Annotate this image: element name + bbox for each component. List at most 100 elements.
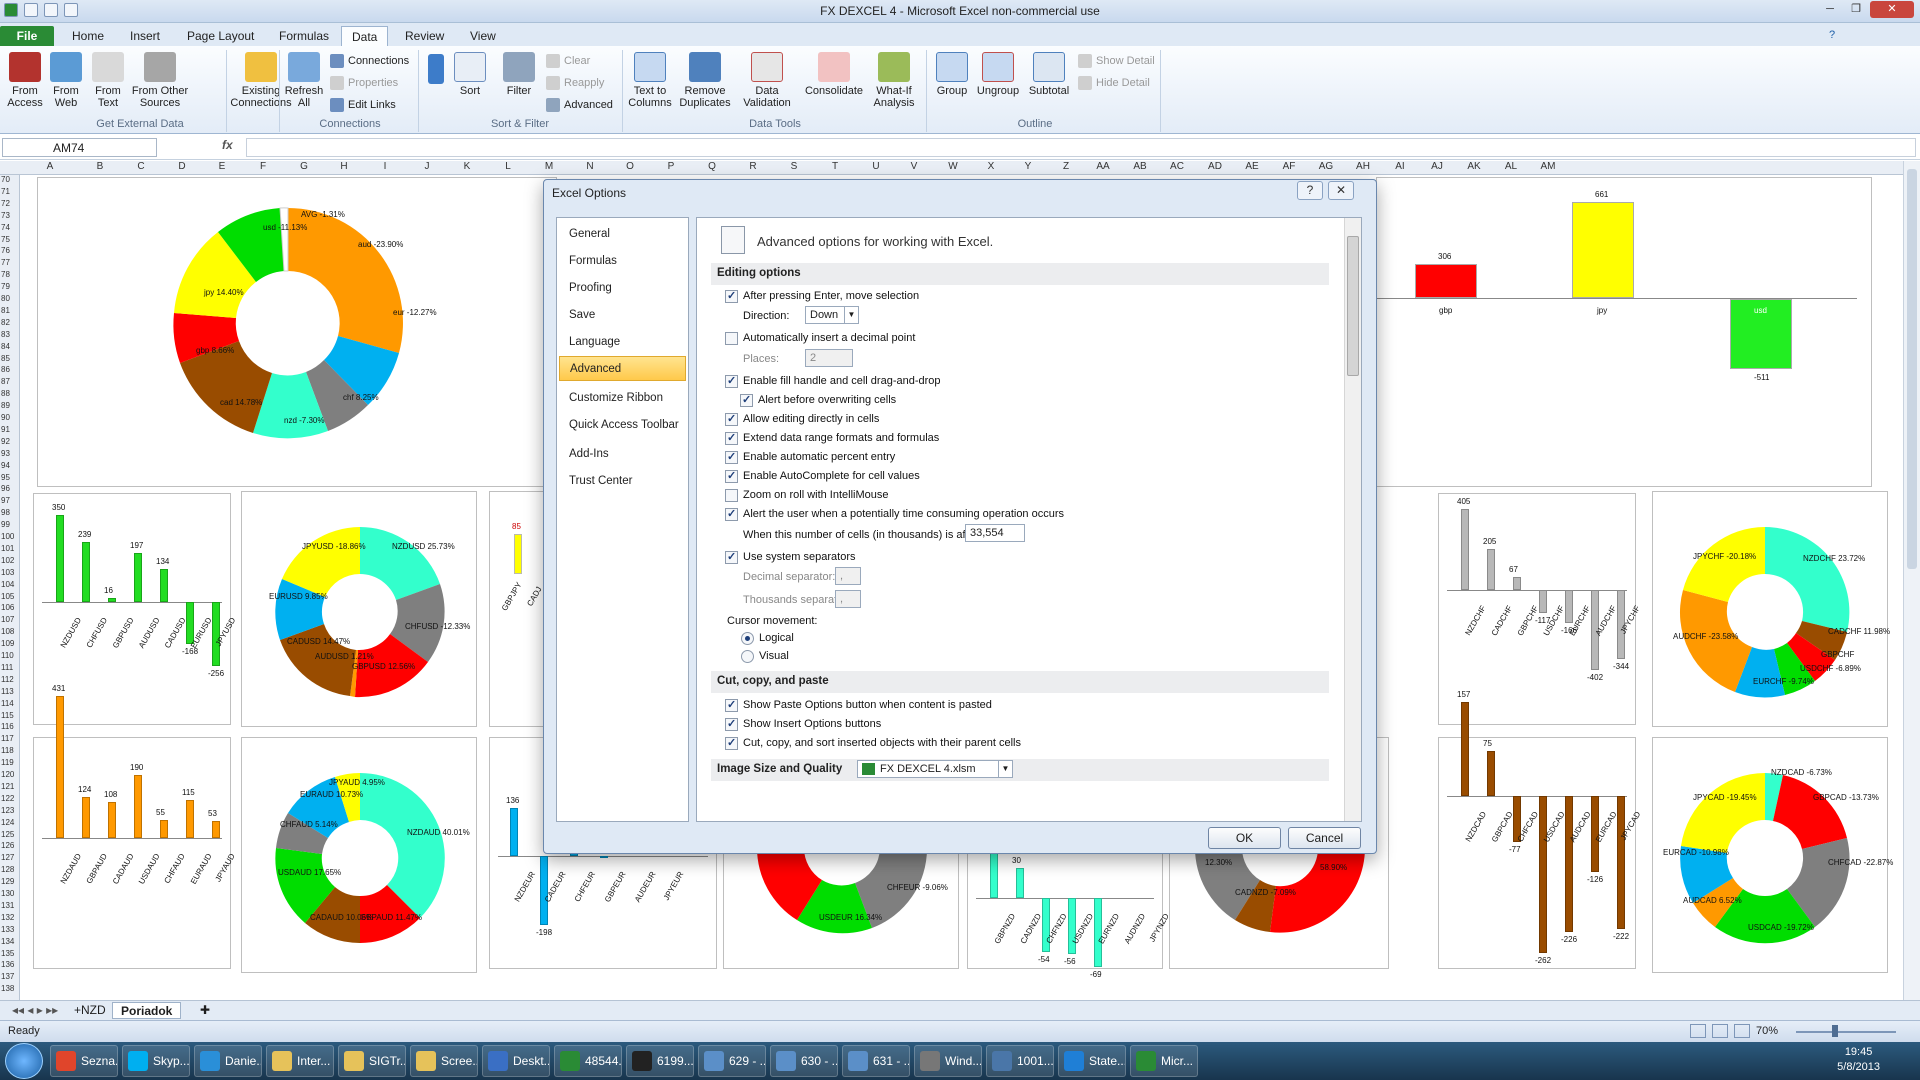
fx-icon[interactable]: fx [222, 138, 233, 152]
page-layout-view-icon[interactable] [1712, 1024, 1728, 1038]
row-header[interactable]: 85 [1, 354, 10, 363]
row-header[interactable]: 72 [1, 199, 10, 208]
remove-duplicates-button[interactable]: Remove Duplicates [676, 52, 734, 109]
connections-button[interactable]: Connections [330, 52, 409, 70]
chart-cad-pie[interactable]: JPYCAD -19.45% NZDCAD -6.73% GBPCAD -13.… [1652, 737, 1893, 973]
row-header[interactable]: 115 [1, 711, 14, 720]
row-header[interactable]: 89 [1, 401, 10, 410]
column-header[interactable]: AD [1205, 161, 1225, 172]
row-header[interactable]: 107 [1, 615, 14, 624]
show-detail-button[interactable]: Show Detail [1078, 52, 1155, 70]
column-header[interactable]: AA [1093, 161, 1113, 172]
zoom-level[interactable]: 70% [1756, 1025, 1778, 1037]
new-sheet-icon[interactable]: ✚ [192, 1002, 218, 1019]
sort-button[interactable]: Sort [452, 52, 488, 97]
row-header[interactable]: 132 [1, 913, 14, 922]
nav-general[interactable]: General [559, 222, 686, 247]
system-clock[interactable]: 19:45 5/8/2013 [1837, 1045, 1880, 1075]
checkbox-edit-directly[interactable] [725, 412, 738, 426]
scroll-thumb[interactable] [1907, 169, 1917, 569]
checkbox-autocomplete[interactable] [725, 469, 738, 483]
sheet-nav-arrows[interactable]: ◂◂ ◂ ▸ ▸▸ [4, 1002, 66, 1019]
chart-aud-pie[interactable]: JPYAUD 4.95% NZDAUD 40.01% GBPAUD 11.47%… [241, 737, 477, 973]
group-button[interactable]: Group [932, 52, 972, 97]
column-header[interactable]: AG [1316, 161, 1336, 172]
row-header[interactable]: 109 [1, 639, 14, 648]
taskbar-item[interactable]: Sezna... [50, 1045, 118, 1077]
row-header[interactable]: 76 [1, 246, 10, 255]
column-header[interactable]: AE [1242, 161, 1262, 172]
decimal-separator-input[interactable]: , [835, 567, 861, 585]
column-header[interactable]: X [981, 161, 1001, 172]
row-header[interactable]: 78 [1, 270, 10, 279]
column-header[interactable]: O [620, 161, 640, 172]
row-header[interactable]: 105 [1, 592, 14, 601]
row-header[interactable]: 82 [1, 318, 10, 327]
ungroup-button[interactable]: Ungroup [974, 52, 1022, 97]
page-break-view-icon[interactable] [1734, 1024, 1750, 1038]
row-header[interactable]: 138 [1, 984, 14, 993]
row-header[interactable]: 127 [1, 853, 14, 862]
checkbox-after-enter[interactable] [725, 289, 738, 303]
nav-advanced[interactable]: Advanced [559, 356, 686, 381]
dialog-help-button[interactable]: ? [1297, 181, 1323, 200]
column-header[interactable]: T [825, 161, 845, 172]
tab-home[interactable]: Home [62, 26, 114, 47]
column-header[interactable]: R [743, 161, 763, 172]
checkbox-alert-overwrite[interactable] [740, 393, 753, 407]
row-header[interactable]: 131 [1, 901, 14, 910]
formula-input[interactable] [246, 138, 1916, 157]
data-validation-button[interactable]: Data Validation [736, 52, 798, 109]
subtotal-button[interactable]: Subtotal [1024, 52, 1074, 97]
tab-formulas[interactable]: Formulas [269, 26, 339, 47]
checkbox-decimal-point[interactable] [725, 332, 738, 345]
row-header[interactable]: 114 [1, 699, 14, 708]
row-header[interactable]: 84 [1, 342, 10, 351]
column-header[interactable]: B [90, 161, 110, 172]
row-header[interactable]: 136 [1, 960, 14, 969]
row-header[interactable]: 91 [1, 425, 10, 434]
row-header[interactable]: 134 [1, 937, 14, 946]
close-button[interactable]: ✕ [1870, 1, 1914, 18]
row-header[interactable]: 118 [1, 746, 14, 755]
row-header[interactable]: 111 [1, 663, 13, 672]
tab-data[interactable]: Data [341, 26, 389, 47]
row-header[interactable]: 102 [1, 556, 14, 565]
row-header[interactable]: 103 [1, 568, 14, 577]
nav-add-ins[interactable]: Add-Ins [559, 442, 686, 467]
taskbar-item[interactable]: Deskt... [482, 1045, 550, 1077]
dialog-scrollbar[interactable] [1344, 218, 1361, 821]
row-header[interactable]: 116 [1, 722, 14, 731]
column-header[interactable]: V [904, 161, 924, 172]
consolidate-button[interactable]: Consolidate [800, 52, 868, 97]
row-header[interactable]: 125 [1, 830, 14, 839]
row-header[interactable]: 70 [1, 175, 10, 184]
vertical-scrollbar[interactable] [1903, 161, 1920, 1000]
row-header[interactable]: 71 [1, 187, 10, 196]
chart-chf-pie[interactable]: JPYCHF -20.18% NZDCHF 23.72% CADCHF 11.9… [1652, 491, 1890, 727]
row-header[interactable]: 83 [1, 330, 10, 339]
column-header[interactable]: H [334, 161, 354, 172]
column-header[interactable]: D [172, 161, 192, 172]
column-header[interactable]: L [498, 161, 518, 172]
row-header[interactable]: 92 [1, 437, 10, 446]
row-header[interactable]: 73 [1, 211, 10, 220]
row-header[interactable]: 108 [1, 627, 14, 636]
cells-affected-spinner[interactable]: 33,554 [965, 524, 1025, 542]
checkbox-fill-handle[interactable] [725, 374, 738, 388]
row-header[interactable]: 121 [1, 782, 14, 791]
row-header[interactable]: 104 [1, 580, 14, 589]
checkbox-insert-options[interactable] [725, 717, 738, 731]
from-other-sources-button[interactable]: From Other Sources [130, 52, 190, 109]
advanced-filter-button[interactable]: Advanced [546, 96, 613, 114]
row-header[interactable]: 129 [1, 877, 14, 886]
column-header[interactable]: C [131, 161, 151, 172]
column-header[interactable]: S [784, 161, 804, 172]
from-access-button[interactable]: From Access [6, 52, 44, 109]
row-header[interactable]: 77 [1, 258, 10, 267]
row-header[interactable]: 101 [1, 544, 14, 553]
column-header[interactable]: AB [1130, 161, 1150, 172]
row-header[interactable]: 135 [1, 949, 14, 958]
column-header[interactable]: AK [1464, 161, 1484, 172]
column-header[interactable]: J [417, 161, 437, 172]
